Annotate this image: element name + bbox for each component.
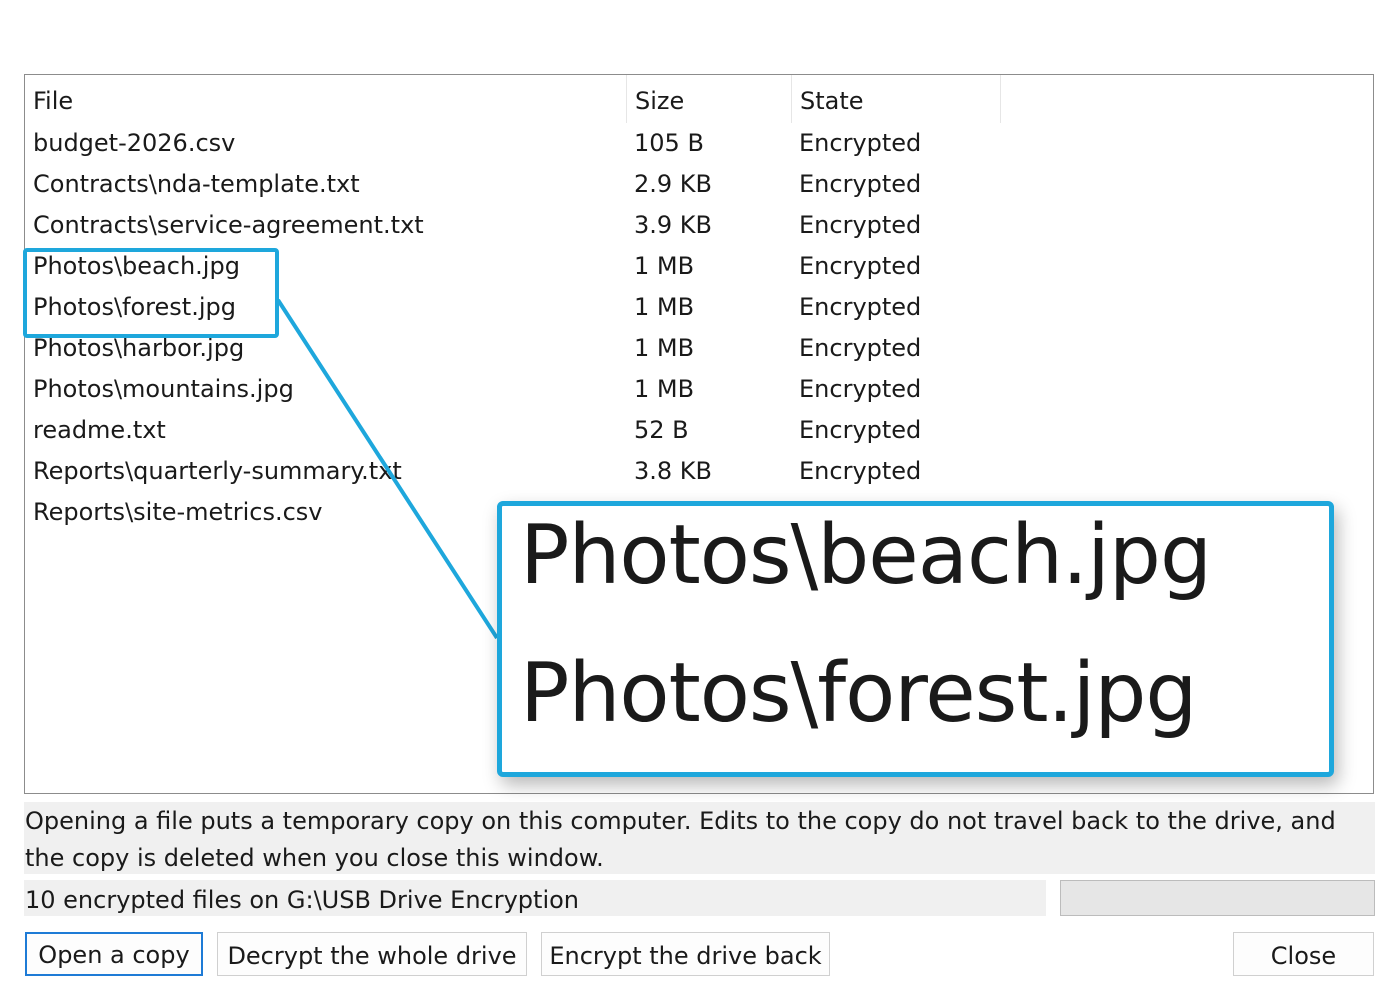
cell-file: budget-2026.csv	[33, 129, 236, 157]
zoom-line-beach: Photos\beach.jpg	[520, 508, 1212, 603]
progress-bar	[1060, 880, 1375, 916]
table-row[interactable]: Photos\harbor.jpg 1 MB Encrypted	[25, 328, 1373, 369]
cell-state: Encrypted	[799, 170, 922, 198]
table-row[interactable]: Contracts\nda-template.txt 2.9 KB Encrypte…	[25, 164, 1373, 205]
column-header-state[interactable]: State	[792, 75, 1001, 123]
cell-size: 1 MB	[634, 334, 695, 362]
cell-state: Encrypted	[799, 375, 922, 403]
cell-state: Encrypted	[799, 129, 922, 157]
cell-state: Encrypted	[799, 457, 922, 485]
table-row[interactable]: Reports\quarterly-summary.txt 3.8 KB Encry…	[25, 451, 1373, 492]
cell-state: Encrypted	[799, 334, 922, 362]
status-text: 10 encrypted files on G:\USB Drive Encry…	[25, 886, 580, 914]
status-bar: 10 encrypted files on G:\USB Drive Encry…	[24, 880, 1046, 916]
table-row[interactable]: Photos\beach.jpg 1 MB Encrypted	[25, 246, 1373, 287]
cell-size: 3.9 KB	[634, 211, 712, 239]
column-header-file[interactable]: File	[25, 75, 627, 123]
cell-size: 1 MB	[634, 375, 695, 403]
cell-file: Photos\harbor.jpg	[33, 334, 245, 362]
notice-text: Opening a file puts a temporary copy on …	[25, 807, 1336, 872]
table-row[interactable]: Photos\forest.jpg 1 MB Encrypted	[25, 287, 1373, 328]
file-list-header: File Size State	[25, 75, 1001, 123]
cell-size: 1 MB	[634, 252, 695, 280]
table-row[interactable]: readme.txt 52 B Encrypted	[25, 410, 1373, 451]
table-row[interactable]: budget-2026.csv 105 B Encrypted	[25, 123, 1373, 164]
cell-file: Photos\mountains.jpg	[33, 375, 294, 403]
encrypt-drive-back-button[interactable]: Encrypt the drive back	[541, 932, 830, 976]
table-row[interactable]: Contracts\service-agreement.txt 3.9 KB Enc…	[25, 205, 1373, 246]
cell-size: 1 MB	[634, 293, 695, 321]
cell-size: 105 B	[634, 129, 704, 157]
cell-state: Encrypted	[799, 211, 922, 239]
cell-state: Encrypted	[799, 252, 922, 280]
cell-size: 52 B	[634, 416, 689, 444]
zoom-line-forest: Photos\forest.jpg	[520, 646, 1197, 741]
file-list-rows: budget-2026.csv 105 B Encrypted Contracts\n…	[25, 123, 1373, 533]
cell-file: readme.txt	[33, 416, 166, 444]
cell-size: 2.9 KB	[634, 170, 712, 198]
cell-file: Contracts\nda-template.txt	[33, 170, 360, 198]
notice-panel: Opening a file puts a temporary copy on …	[24, 802, 1375, 874]
decrypt-drive-button[interactable]: Decrypt the whole drive	[217, 932, 527, 976]
cell-file: Reports\site-metrics.csv	[33, 498, 323, 526]
column-header-size[interactable]: Size	[627, 75, 792, 123]
zoom-callout: Photos\beach.jpg Photos\forest.jpg	[497, 501, 1334, 777]
cell-file: Reports\quarterly-summary.txt	[33, 457, 402, 485]
close-button[interactable]: Close	[1233, 932, 1374, 976]
cell-state: Encrypted	[799, 293, 922, 321]
table-row[interactable]: Photos\mountains.jpg 1 MB Encrypted	[25, 369, 1373, 410]
cell-state: Encrypted	[799, 416, 922, 444]
cell-file: Photos\forest.jpg	[33, 293, 236, 321]
open-copy-button[interactable]: Open a copy	[25, 932, 203, 976]
cell-file: Contracts\service-agreement.txt	[33, 211, 424, 239]
cell-file: Photos\beach.jpg	[33, 252, 240, 280]
cell-size: 3.8 KB	[634, 457, 712, 485]
